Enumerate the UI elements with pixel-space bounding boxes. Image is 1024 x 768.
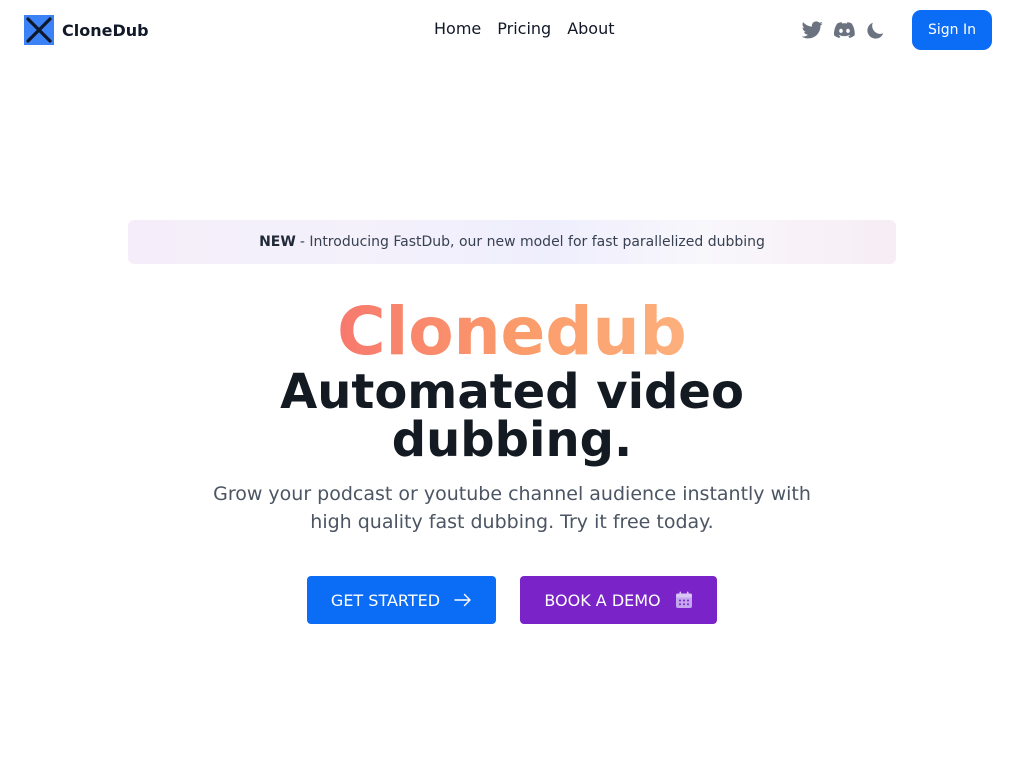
announcement-banner[interactable]: NEW - Introducing FastDub, our new model… (128, 220, 896, 264)
book-demo-button[interactable]: BOOK A DEMO (520, 576, 717, 624)
sign-in-button[interactable]: Sign In (912, 10, 992, 50)
get-started-label: GET STARTED (330, 590, 441, 610)
brand-link[interactable]: CloneDub (24, 15, 149, 45)
get-started-button[interactable]: GET STARTED (307, 576, 496, 624)
hero-headline: Automated video dubbing. (280, 364, 744, 468)
twitter-link[interactable] (801, 19, 823, 41)
theme-toggle[interactable] (865, 19, 887, 41)
x-logo-icon (24, 15, 54, 45)
nav-pricing-link[interactable]: Pricing (497, 19, 551, 39)
hero-subtitle: Grow your podcast or youtube channel aud… (213, 483, 811, 533)
site-header: CloneDub Home Pricing About Sign In (0, 0, 1024, 60)
moon-icon (867, 22, 884, 39)
announcement-tag: NEW (259, 234, 296, 250)
nav-about-link[interactable]: About (567, 19, 614, 39)
main-nav: Home Pricing About (434, 19, 631, 39)
social-links (801, 19, 897, 41)
book-demo-label: BOOK A DEMO (544, 590, 661, 610)
hero-brand-text: Clonedub (337, 293, 687, 370)
nav-home-link[interactable]: Home (434, 19, 481, 39)
hero-brand-title: Clonedub (0, 290, 1024, 374)
calendar-icon (675, 591, 692, 608)
announcement-text: - Introducing FastDub, our new model for… (299, 234, 765, 250)
brand-name: CloneDub (62, 20, 149, 40)
arrow-right-icon (454, 593, 471, 607)
discord-link[interactable] (833, 19, 855, 41)
twitter-icon (801, 21, 823, 39)
discord-icon (833, 22, 855, 38)
